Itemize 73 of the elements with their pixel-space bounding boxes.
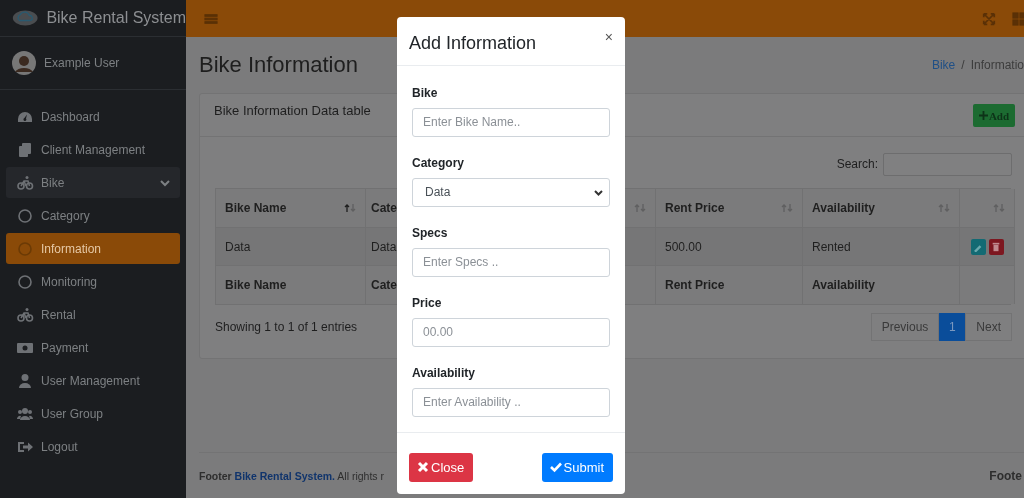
input-field[interactable]: Enter Bike Name.. <box>412 108 610 137</box>
bicycle-icon <box>16 174 34 191</box>
input-field[interactable]: Enter Availability .. <box>412 388 610 417</box>
sort-icon <box>993 203 1005 213</box>
input-field[interactable]: 00.00 <box>412 318 610 347</box>
table-cell: 500.00 <box>656 227 803 266</box>
footer-text: Footer Bike Rental System. All rights r <box>199 469 384 482</box>
breadcrumb-separator: / <box>961 58 965 72</box>
trash-icon <box>991 241 1001 252</box>
entries-info: Showing 1 to 1 of 1 entries <box>215 320 358 334</box>
bicycle-icon <box>16 306 34 323</box>
nav-item[interactable]: Information <box>6 233 180 264</box>
field-label: Specs <box>412 225 449 242</box>
page-button[interactable]: Next <box>965 313 1012 341</box>
column-footer: Bike Name <box>216 266 366 304</box>
nav-item[interactable]: Rental <box>6 299 180 330</box>
select-field[interactable]: Data <box>412 178 610 207</box>
nav-item[interactable]: Logout <box>6 431 180 462</box>
column-header[interactable]: Availability <box>803 189 960 227</box>
chevron-icon <box>160 177 170 188</box>
page-button[interactable]: 1 <box>939 313 966 341</box>
close-icon <box>417 461 429 474</box>
sort-icon <box>938 203 950 213</box>
table-cell: Data <box>216 227 366 266</box>
users-icon <box>16 405 34 422</box>
check-icon <box>549 461 562 474</box>
table-cell: Rented <box>803 227 960 266</box>
sort-icon <box>781 203 793 213</box>
caret-icon <box>594 188 603 197</box>
breadcrumb-current: Informatio <box>970 58 1024 72</box>
column-footer: Availability <box>803 266 960 304</box>
nav-item[interactable]: Bike <box>6 167 180 198</box>
edit-button[interactable] <box>970 238 986 255</box>
circle-icon <box>16 207 34 224</box>
nav-item[interactable]: Client Management <box>6 134 180 165</box>
input-field[interactable]: Enter Specs .. <box>412 248 610 277</box>
close-button[interactable]: × <box>604 29 613 45</box>
delete-button[interactable] <box>988 238 1004 255</box>
brand-title: Bike Rental System <box>46 9 186 27</box>
nav-item[interactable]: Payment <box>6 332 180 363</box>
close-button[interactable]: Close <box>409 453 474 482</box>
user-icon <box>16 372 34 389</box>
column-footer: Rent Price <box>656 266 803 304</box>
user-name: Example User <box>44 56 120 70</box>
column-header[interactable]: Rent Price <box>656 189 803 227</box>
sort-icon <box>344 203 356 213</box>
circle-icon <box>16 273 34 290</box>
footer-link[interactable]: Bike Rental System. <box>234 469 335 482</box>
field-label: Bike <box>412 85 439 102</box>
card-title: Bike Information Data table <box>214 103 372 118</box>
modal-title: Add Information <box>409 33 538 54</box>
nav-item[interactable]: Category <box>6 200 180 231</box>
expand-icon <box>982 11 996 26</box>
menu-icon <box>204 11 218 26</box>
copy-icon <box>16 141 34 158</box>
search-label: Search: <box>836 157 878 171</box>
user-avatar-icon <box>12 51 36 75</box>
sort-icon <box>634 203 646 213</box>
nav-item[interactable]: User Group <box>6 398 180 429</box>
grid-icon <box>1012 11 1024 26</box>
field-label: Category <box>412 155 465 172</box>
nav-item[interactable]: Dashboard <box>6 101 180 132</box>
submit-button[interactable]: Submit <box>541 453 613 482</box>
cloud-logo-icon <box>12 8 39 28</box>
page-title: Bike Information <box>199 52 359 78</box>
nav-item[interactable]: Monitoring <box>6 266 180 297</box>
nav-item[interactable]: User Management <box>6 365 180 396</box>
page-button[interactable]: Previous <box>870 313 940 341</box>
plus-icon <box>978 111 988 120</box>
column-header[interactable]: Bike Name <box>216 189 366 227</box>
circle-icon <box>16 240 34 257</box>
field-label: Availability <box>412 365 476 382</box>
footer-text: Foote <box>989 468 1022 483</box>
